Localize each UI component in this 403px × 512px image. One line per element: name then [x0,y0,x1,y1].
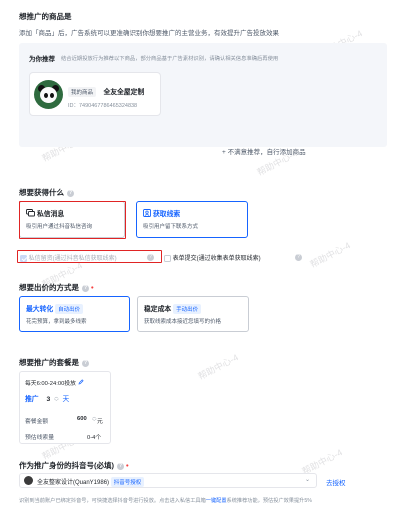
package-section-title-text: 想要推广的套餐是 [19,358,79,367]
bid-option-stable-cost-title-row: 稳定成本 手动出价 [144,303,202,315]
estimate-row: 预估线索量 0-4个 [25,432,107,441]
one-click-config-link[interactable]: 一键配置 [206,498,227,504]
lead-card-icon [143,209,151,219]
product-image [34,80,63,109]
help-icon[interactable]: ? [295,254,302,261]
checkbox-icon[interactable] [164,254,171,262]
account-name: 全友整家设计(QuanY1986) [37,480,110,486]
goal-section-title: 想要获得什么? [19,187,74,198]
help-icon[interactable]: ? [82,284,89,292]
goal-option-get-leads-title-row: 获取线索 [143,208,180,219]
schedule-text: 每天6:00-24:00投放 [25,381,76,387]
bid-option-max-conversion-title: 最大转化 [26,306,54,313]
goal-option-get-leads-desc: 吸引用户留下联系方式 [143,224,199,230]
package-section-title: 想要推广的套餐是? [19,357,89,368]
amount-row: 套餐金额 600 ︿ ﹀ 元 [25,414,107,425]
goal-option-get-leads[interactable] [136,201,248,238]
stepper-icon[interactable]: ︿ ﹀ [92,414,97,424]
private-retention-label: 私信留资(通过抖音私信获取线索) [28,256,117,262]
required-mark: • [126,461,129,470]
avatar [24,476,33,485]
edit-icon[interactable] [78,379,84,387]
days-input[interactable]: 3 [46,396,50,403]
account-footnote-text-b: 系统推荐功能，预估投广效果提升5% [226,498,312,504]
goal-option-get-leads-title: 获取线索 [153,211,181,218]
required-mark: • [91,283,94,292]
watermark: 帮助中心-4 [308,240,353,270]
goal-option-private-message-title-row: 私信消息 [26,208,64,219]
product-tag: 我的商品 [68,87,97,97]
account-section-title: 作为推广身份的抖音号(必填)? • [19,460,129,471]
private-retention-option[interactable]: 私信留资(通过抖音私信获取线索) [20,253,117,262]
account-value-row: 全友整家设计(QuanY1986) 抖音号授权 [37,477,145,488]
form-submit-label: 表单提交(通过收集表单获取线索) [172,256,261,262]
recommend-label: 为你推荐 [29,56,55,63]
bid-option-stable-cost-title: 稳定成本 [144,306,172,313]
amount-unit: 元 [97,419,103,425]
chevron-down-icon[interactable]: ⌄ [305,476,310,483]
bid-option-max-conversion-desc: 花完预算，拿到最多线索 [26,319,87,325]
recommend-desc: 结合近期投放行为推荐以下商品，部分商品基于广告素材识别，请确认相关信息准确后再使… [61,56,279,62]
product-section-desc: 添加「商品」后，广告系统可以更准确识别你想要推广的主营业务，有效提升广告投放效果 [19,30,279,37]
authorize-link[interactable]: 去授权 [326,477,346,487]
product-section-title: 想推广的商品是 [19,12,72,21]
amount-label: 套餐金额 [25,419,49,425]
goal-option-private-message-desc: 吸引用户通过抖音私信咨询 [26,224,93,230]
manual-bid-badge: 手动出价 [173,304,202,315]
help-icon[interactable]: ? [117,462,124,470]
days-row: 推广 3 ︿ ﹀ 天 [25,393,69,404]
amount-input[interactable]: 600 [77,416,87,422]
estimate-value: 0-4个 [87,435,102,441]
goal-section-title-text: 想要获得什么 [19,188,64,197]
bid-section-title: 想要出价的方式是? • [19,282,94,293]
add-product-link[interactable]: + 不满意推荐，自行添加商品 [222,146,306,156]
account-footnote: 识别到当前账户已绑定抖音号，可快捷选择抖音号进行投放。点击进入私信工具箱一键配置… [19,497,312,504]
help-icon[interactable]: ? [67,189,74,197]
help-icon[interactable]: ? [147,254,154,261]
product-id: ID：7490467786465324838 [68,103,138,109]
auto-bid-badge: 自动出价 [55,304,84,315]
bid-option-stable-cost-desc: 获取线索成本接近您填写的价格 [144,319,222,325]
watermark: 帮助中心-4 [196,352,241,382]
account-footnote-text-a: 识别到当前账户已绑定抖音号，可快捷选择抖音号进行投放。点击进入私信工具箱 [19,498,206,504]
days-unit: 天 [62,396,70,403]
promote-label: 推广 [25,396,39,403]
form-submit-option[interactable]: 表单提交(通过收集表单获取线索) [164,253,261,262]
schedule-row: 每天6:00-24:00投放 [25,378,84,387]
help-icon[interactable]: ? [82,359,89,367]
bid-section-title-text: 想要出价的方式是 [19,283,79,292]
account-section-title-text: 作为推广身份的抖音号(必填) [19,461,114,470]
checkbox-icon[interactable] [20,254,27,262]
stepper-icon[interactable]: ︿ ﹀ [54,394,59,404]
goal-option-private-message-title: 私信消息 [37,211,65,218]
bid-option-max-conversion-title-row: 最大转化 自动出价 [26,303,84,315]
estimate-label: 预估线索量 [25,435,54,441]
product-name: 全友全屋定制 [103,89,145,96]
highlight-box [19,201,126,239]
chat-icon [26,209,35,219]
account-badge: 抖音号授权 [110,477,145,488]
